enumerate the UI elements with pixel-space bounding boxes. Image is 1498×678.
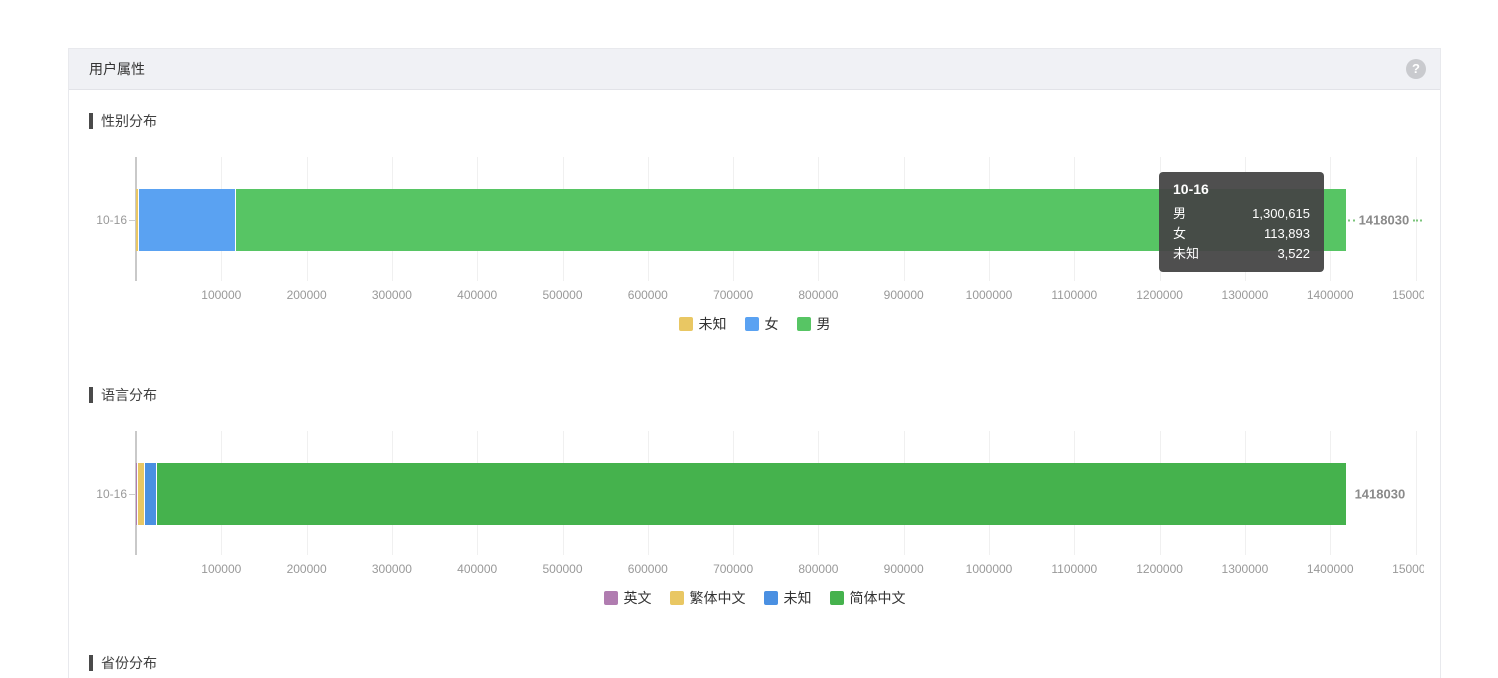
panel-header: 用户属性 ? (69, 49, 1440, 90)
leader-dots-left (1348, 219, 1355, 221)
section-title-label: 省份分布 (101, 653, 157, 673)
x-axis-tick-label: 700000 (713, 288, 753, 302)
y-axis-category-label: 10-16 (89, 487, 127, 501)
x-axis-tick-label: 800000 (798, 288, 838, 302)
legend-item-繁体中文[interactable]: 繁体中文 (670, 588, 746, 608)
user-attributes-panel: 用户属性 ? 性别分布 10-16 男 1,300,615 女 113,893 未知 3,… (68, 48, 1441, 678)
total-value-text: 1418030 (1355, 487, 1406, 502)
language-chart-legend: 英文 繁体中文 未知 简体中文 (89, 589, 1420, 607)
legend-swatch-icon (604, 591, 618, 605)
legend-swatch-icon (745, 317, 759, 331)
x-axis-tick-label: 1400000 (1307, 288, 1354, 302)
section-title-province: 省份分布 (89, 653, 1420, 673)
section-title-label: 性别分布 (101, 111, 157, 131)
tooltip-series-value: 3,522 (1277, 244, 1310, 264)
x-axis-tick-label: 100000 (201, 562, 241, 576)
legend-swatch-icon (764, 591, 778, 605)
legend-label: 繁体中文 (690, 588, 746, 608)
x-axis-tick-label: 1500000 (1392, 562, 1424, 576)
legend-item-女[interactable]: 女 (745, 314, 779, 334)
total-value-label: 1418030 (1348, 213, 1424, 228)
x-axis-tick-label: 1000000 (966, 288, 1013, 302)
legend-label: 女 (765, 314, 779, 334)
x-axis-tick-label: 600000 (628, 288, 668, 302)
page: 用户属性 ? 性别分布 10-16 男 1,300,615 女 113,893 未知 3,… (0, 0, 1498, 678)
legend-label: 未知 (699, 314, 727, 334)
tooltip-series-label: 女 (1173, 224, 1186, 244)
x-axis-tick-label: 800000 (798, 562, 838, 576)
panel-title: 用户属性 (89, 59, 145, 79)
legend-label: 英文 (624, 588, 652, 608)
chart-tooltip: 10-16 男 1,300,615 女 113,893 未知 3,522 (1159, 172, 1324, 272)
x-axis-tick-label: 200000 (287, 562, 327, 576)
section-marker-icon (89, 655, 93, 671)
x-axis-tick-label: 300000 (372, 288, 412, 302)
x-axis-tick-label: 900000 (884, 562, 924, 576)
bar-segment-简体中文[interactable] (157, 463, 1346, 525)
section-title-gender: 性别分布 (89, 111, 1420, 131)
legend-label: 未知 (784, 588, 812, 608)
section-title-language: 语言分布 (89, 385, 1420, 405)
x-axis-tick-label: 1000000 (966, 562, 1013, 576)
x-axis-tick-label: 1100000 (1051, 288, 1097, 302)
x-axis-tick-label: 700000 (713, 562, 753, 576)
legend-swatch-icon (670, 591, 684, 605)
legend-swatch-icon (830, 591, 844, 605)
tooltip-row: 男 1,300,615 (1173, 204, 1310, 224)
section-marker-icon (89, 113, 93, 129)
x-axis-tick-label: 100000 (201, 288, 241, 302)
x-axis-tick-label: 1200000 (1136, 562, 1183, 576)
legend-swatch-icon (679, 317, 693, 331)
x-axis-tick-label: 1200000 (1136, 288, 1183, 302)
total-value-label: 1418030 (1355, 487, 1406, 502)
grid-line (1416, 431, 1417, 555)
bar-segment-女[interactable] (139, 189, 236, 251)
x-axis-tick-label: 500000 (542, 288, 582, 302)
x-axis-tick-label: 400000 (457, 288, 497, 302)
tooltip-series-value: 1,300,615 (1252, 204, 1310, 224)
y-axis-category-label: 10-16 (89, 213, 127, 227)
legend-label: 简体中文 (850, 588, 906, 608)
x-axis-tick-label: 900000 (884, 288, 924, 302)
x-axis-tick-label: 300000 (372, 562, 412, 576)
language-distribution-chart: 100000 200000 300000 400000 500000 600000 7000… (89, 421, 1424, 577)
x-axis-tick-label: 1400000 (1307, 562, 1354, 576)
x-axis-tick-label: 1500000 (1392, 288, 1424, 302)
tooltip-row: 女 113,893 (1173, 224, 1310, 244)
x-axis-tick-label: 500000 (542, 562, 582, 576)
legend-item-简体中文[interactable]: 简体中文 (830, 588, 906, 608)
x-axis-tick-label: 1300000 (1222, 562, 1269, 576)
help-icon[interactable]: ? (1406, 59, 1426, 79)
x-axis-tick-label: 200000 (287, 288, 327, 302)
gender-chart-legend: 未知 女 男 (89, 315, 1420, 333)
tooltip-row: 未知 3,522 (1173, 244, 1310, 264)
x-axis-tick-label: 400000 (457, 562, 497, 576)
legend-item-男[interactable]: 男 (797, 314, 831, 334)
tooltip-series-label: 男 (1173, 204, 1186, 224)
tooltip-series-value: 113,893 (1264, 224, 1310, 244)
tooltip-series-label: 未知 (1173, 244, 1199, 264)
bar-segment-未知[interactable] (145, 463, 157, 525)
tooltip-title: 10-16 (1173, 180, 1310, 198)
y-axis-tick (129, 494, 135, 495)
legend-swatch-icon (797, 317, 811, 331)
section-marker-icon (89, 387, 93, 403)
legend-item-英文[interactable]: 英文 (604, 588, 652, 608)
panel-body: 性别分布 10-16 男 1,300,615 女 113,893 未知 3,522 100… (69, 111, 1440, 673)
legend-item-未知[interactable]: 未知 (679, 314, 727, 334)
legend-item-未知[interactable]: 未知 (764, 588, 812, 608)
x-axis-tick-label: 600000 (628, 562, 668, 576)
y-axis-tick (129, 220, 135, 221)
gender-distribution-chart: 10-16 男 1,300,615 女 113,893 未知 3,522 100000 20… (89, 147, 1424, 303)
x-axis-tick-label: 1100000 (1051, 562, 1097, 576)
x-axis-tick-label: 1300000 (1222, 288, 1269, 302)
section-title-label: 语言分布 (101, 385, 157, 405)
leader-dots-right (1413, 219, 1424, 221)
legend-label: 男 (817, 314, 831, 334)
total-value-text: 1418030 (1359, 213, 1410, 228)
